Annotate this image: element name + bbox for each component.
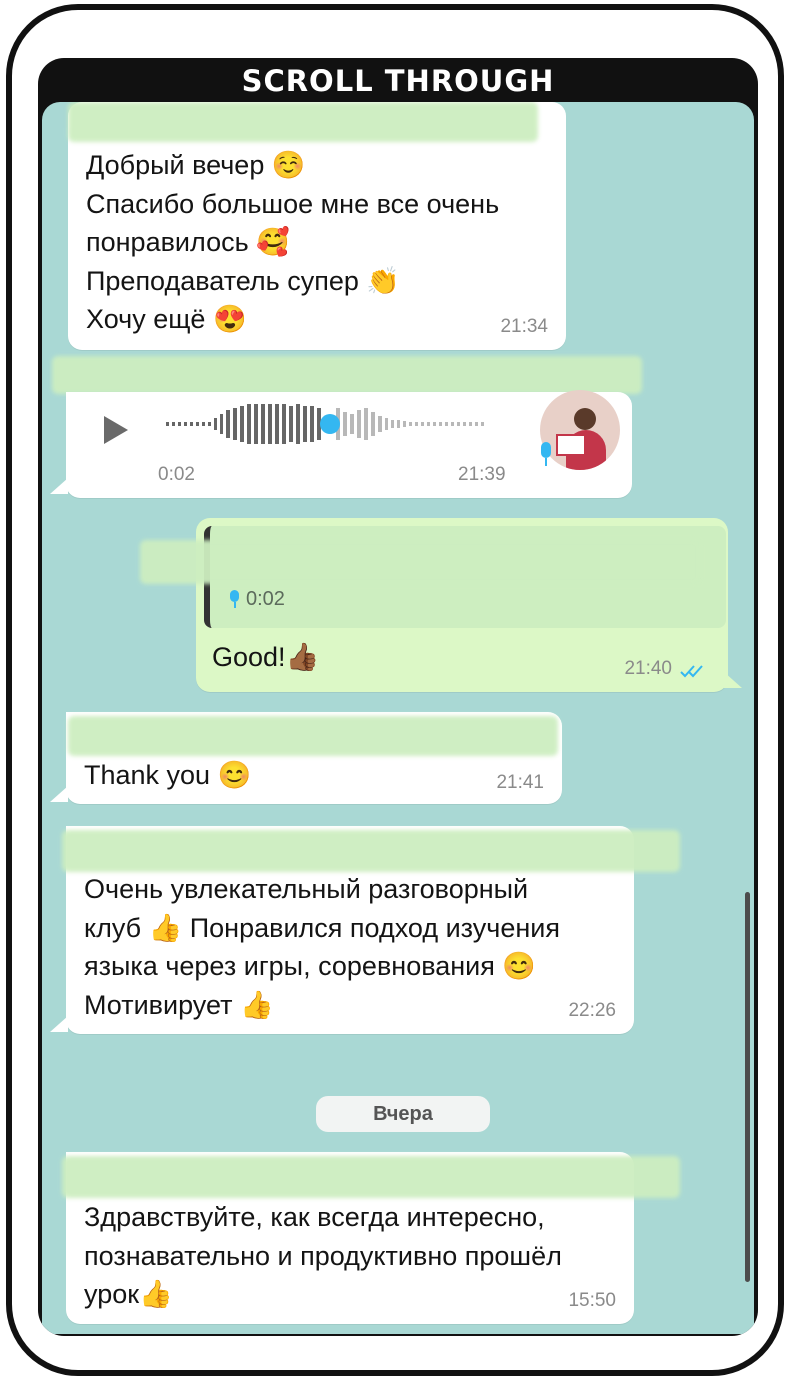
redacted-sender [62,1156,680,1198]
message-time: 21:40 [624,658,672,679]
message-text: Thank you 😊 [84,760,252,790]
double-check-icon [680,665,703,678]
date-separator: Вчера [316,1096,490,1132]
redacted-sender [52,356,642,394]
quoted-duration: 0:02 [246,588,285,610]
page-title: SCROLL THROUGH [241,64,555,98]
voice-progress-knob [320,414,340,434]
message-time: 21:41 [496,772,544,793]
quoted-voice-message[interactable]: 0:02 [140,526,726,628]
message-text: Добрый вечер ☺️ Спасибо большое мне все … [86,150,500,334]
redacted-quote-author [140,540,700,584]
message-time: 15:50 [568,1290,616,1311]
bubble-tail [50,1016,68,1032]
message-bubble-in[interactable]: Thank you 😊 21:41 [66,712,562,804]
bubble-tail [50,786,68,802]
message-bubble-out[interactable]: 0:02 Good!👍🏾 21:40 [140,518,728,692]
bubble-tail [50,478,68,494]
chat-area[interactable]: Добрый вечер ☺️ Спасибо большое мне все … [42,102,754,1334]
redacted-sender [68,716,558,756]
screen: SCROLL THROUGH Добрый вечер ☺️ Спасибо б… [38,58,758,1336]
message-bubble-in[interactable]: Добрый вечер ☺️ Спасибо большое мне все … [68,102,566,350]
voice-waveform[interactable] [166,404,506,444]
message-text: Здравствуйте, как всегда интересно, позн… [84,1202,562,1309]
bubble-tail [724,672,742,688]
avatar [540,390,620,470]
redacted-sender [62,830,680,872]
redacted-sender [68,102,538,142]
message-time: 21:34 [500,316,548,337]
message-text: Очень увлекательный разговорный клуб 👍 П… [84,874,560,1020]
scrollbar[interactable] [745,892,750,1282]
message-time: 21:39 [458,464,506,485]
microphone-icon [540,442,552,466]
voice-duration: 0:02 [158,464,195,485]
message-text: Good!👍🏾 [212,642,320,672]
message-bubble-in[interactable]: Здравствуйте, как всегда интересно, позн… [62,1152,680,1324]
voice-message-bubble[interactable]: 0:02 21:39 [66,390,632,498]
message-time: 22:26 [568,1000,616,1021]
play-icon[interactable] [104,416,128,444]
message-bubble-in[interactable]: Очень увлекательный разговорный клуб 👍 П… [62,826,680,1034]
microphone-icon [230,590,240,608]
